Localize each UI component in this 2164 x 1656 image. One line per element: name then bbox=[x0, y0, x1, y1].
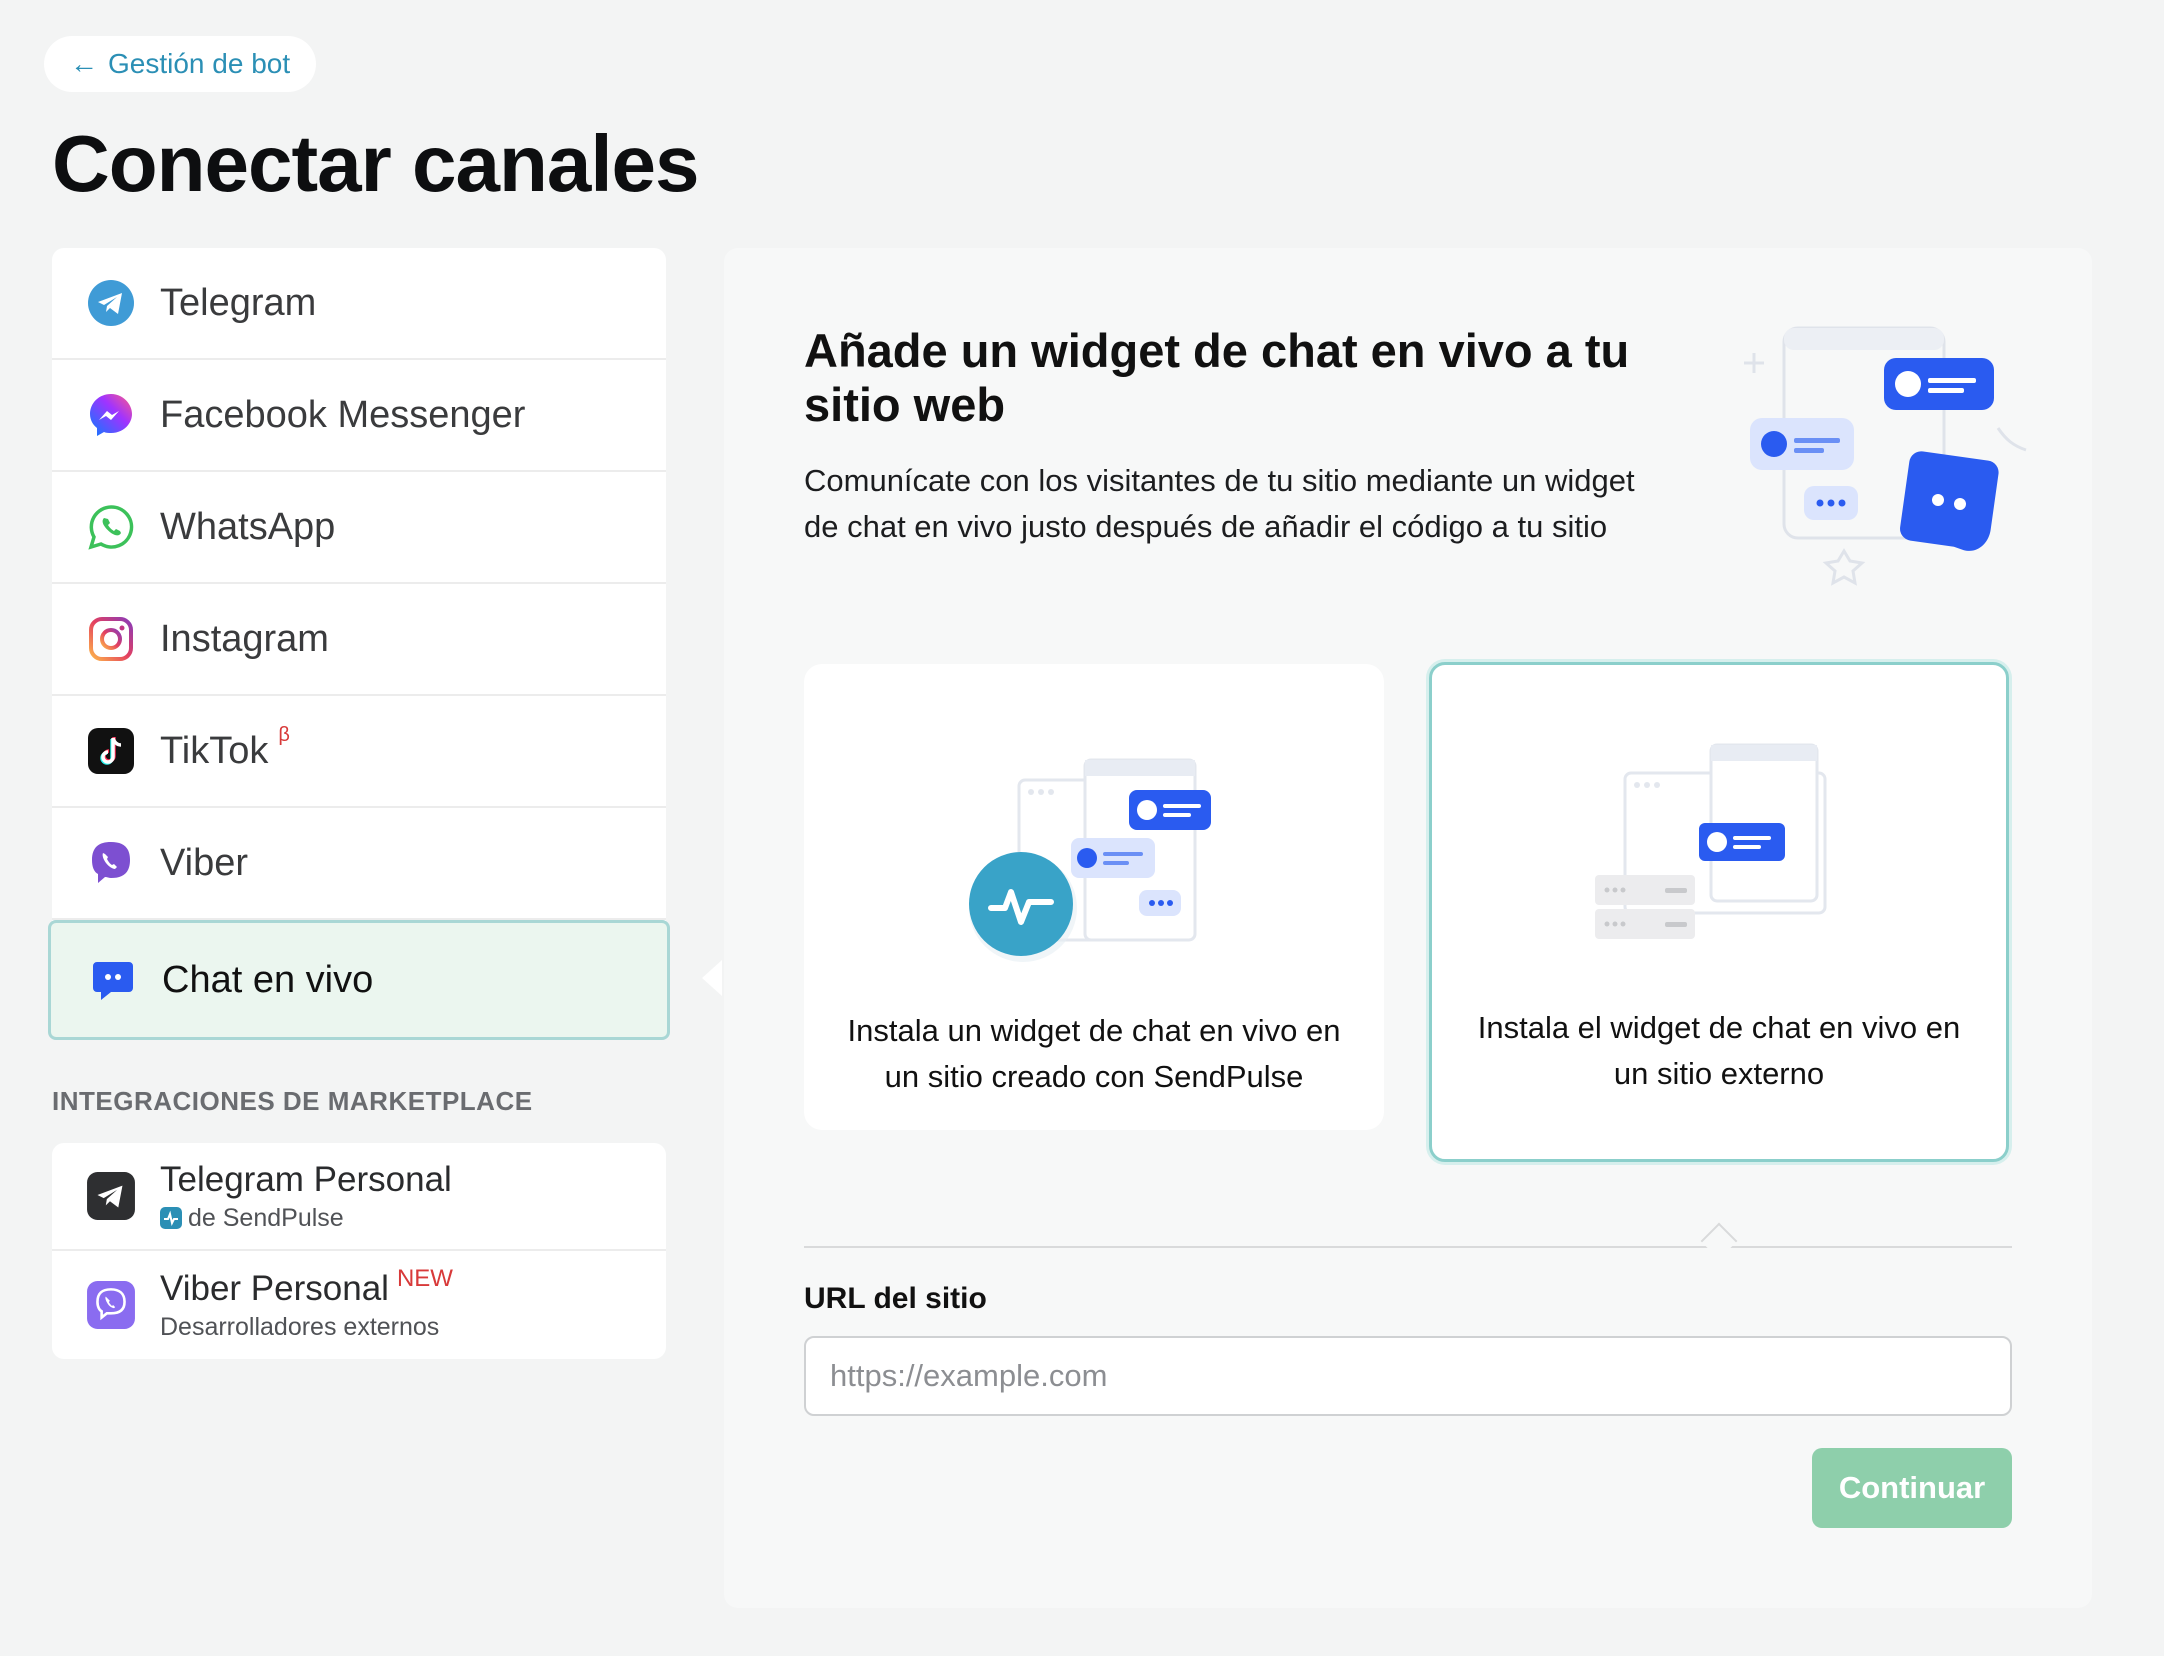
channel-telegram[interactable]: Telegram bbox=[52, 248, 666, 360]
option-external-site[interactable]: Instala el widget de chat en vivo en un … bbox=[1429, 662, 2009, 1162]
marketplace-item-sub: Desarrolladores externos bbox=[160, 1312, 440, 1341]
messenger-icon bbox=[86, 390, 136, 440]
live-chat-panel: Añade un widget de chat en vivo a tu sit… bbox=[724, 248, 2092, 1608]
continue-button[interactable]: Continuar bbox=[1812, 1448, 2012, 1528]
sendpulse-site-illustration bbox=[969, 758, 1211, 962]
channel-label: Chat en vivo bbox=[162, 958, 374, 1001]
live-chat-icon bbox=[88, 955, 138, 1005]
option-text: Instala un widget de chat en vivo en un … bbox=[847, 1013, 1341, 1094]
channel-label: TikTok bbox=[160, 729, 269, 772]
panel-pointer bbox=[702, 960, 722, 996]
channel-label: Viber bbox=[160, 841, 249, 884]
page-title: Conectar canales bbox=[52, 119, 700, 208]
option-text: Instala el widget de chat en vivo en un … bbox=[1477, 1010, 1961, 1091]
marketplace-item-name: Telegram Personal bbox=[160, 1159, 452, 1199]
telegram-dark-icon bbox=[87, 1172, 135, 1220]
channel-whatsapp[interactable]: WhatsApp bbox=[52, 472, 666, 584]
channel-viber[interactable]: Viber bbox=[52, 808, 666, 920]
channel-list: Telegram Facebook Messenger WhatsApp Ins… bbox=[48, 248, 670, 1040]
sidebar: Telegram Facebook Messenger WhatsApp Ins… bbox=[48, 248, 670, 1359]
option-sendpulse-site[interactable]: Instala un widget de chat en vivo en un … bbox=[804, 664, 1384, 1130]
tiktok-icon bbox=[86, 726, 136, 776]
viber-icon bbox=[86, 838, 136, 888]
marketplace-telegram-personal[interactable]: Telegram Personal de SendPulse bbox=[52, 1143, 666, 1251]
channel-label: Instagram bbox=[160, 617, 329, 660]
channel-label: Telegram bbox=[160, 281, 317, 324]
new-badge: NEW bbox=[396, 1264, 453, 1292]
marketplace-section-title: INTEGRACIONES DE MARKETPLACE bbox=[52, 1086, 533, 1116]
channel-facebook-messenger[interactable]: Facebook Messenger bbox=[52, 360, 666, 472]
marketplace-item-sub: de SendPulse bbox=[188, 1203, 344, 1232]
channel-live-chat[interactable]: Chat en vivo bbox=[48, 920, 670, 1040]
divider bbox=[804, 1246, 2012, 1248]
sendpulse-logo-icon bbox=[160, 1207, 182, 1229]
back-to-bot-management-button[interactable]: ← Gestión de bot bbox=[44, 36, 317, 92]
external-site-illustration bbox=[1595, 743, 1827, 939]
divider-notch bbox=[1700, 1222, 1738, 1260]
channel-label: WhatsApp bbox=[160, 505, 336, 548]
back-label: Gestión de bot bbox=[108, 48, 291, 79]
marketplace-viber-personal[interactable]: Viber Personal NEW Desarrolladores extern… bbox=[52, 1251, 666, 1359]
channel-tiktok[interactable]: TikTok β bbox=[52, 696, 666, 808]
marketplace-list: Telegram Personal de SendPulse Viber Per… bbox=[52, 1143, 666, 1359]
instagram-icon bbox=[86, 614, 136, 664]
channel-instagram[interactable]: Instagram bbox=[52, 584, 666, 696]
whatsapp-icon bbox=[86, 502, 136, 552]
chat-widget-illustration bbox=[1744, 326, 2027, 586]
beta-badge: β bbox=[278, 723, 290, 746]
telegram-icon bbox=[86, 278, 136, 328]
panel-title: Añade un widget de chat en vivo a tu sit… bbox=[804, 324, 1630, 431]
channel-label: Facebook Messenger bbox=[160, 393, 526, 436]
marketplace-item-name: Viber Personal bbox=[160, 1268, 389, 1308]
arrow-left-icon: ← bbox=[70, 48, 98, 79]
viber-personal-icon bbox=[87, 1281, 135, 1329]
site-url-label: URL del sitio bbox=[804, 1282, 987, 1315]
site-url-input[interactable] bbox=[804, 1336, 2012, 1416]
panel-description: Comunícate con los visitantes de tu siti… bbox=[804, 463, 1635, 544]
